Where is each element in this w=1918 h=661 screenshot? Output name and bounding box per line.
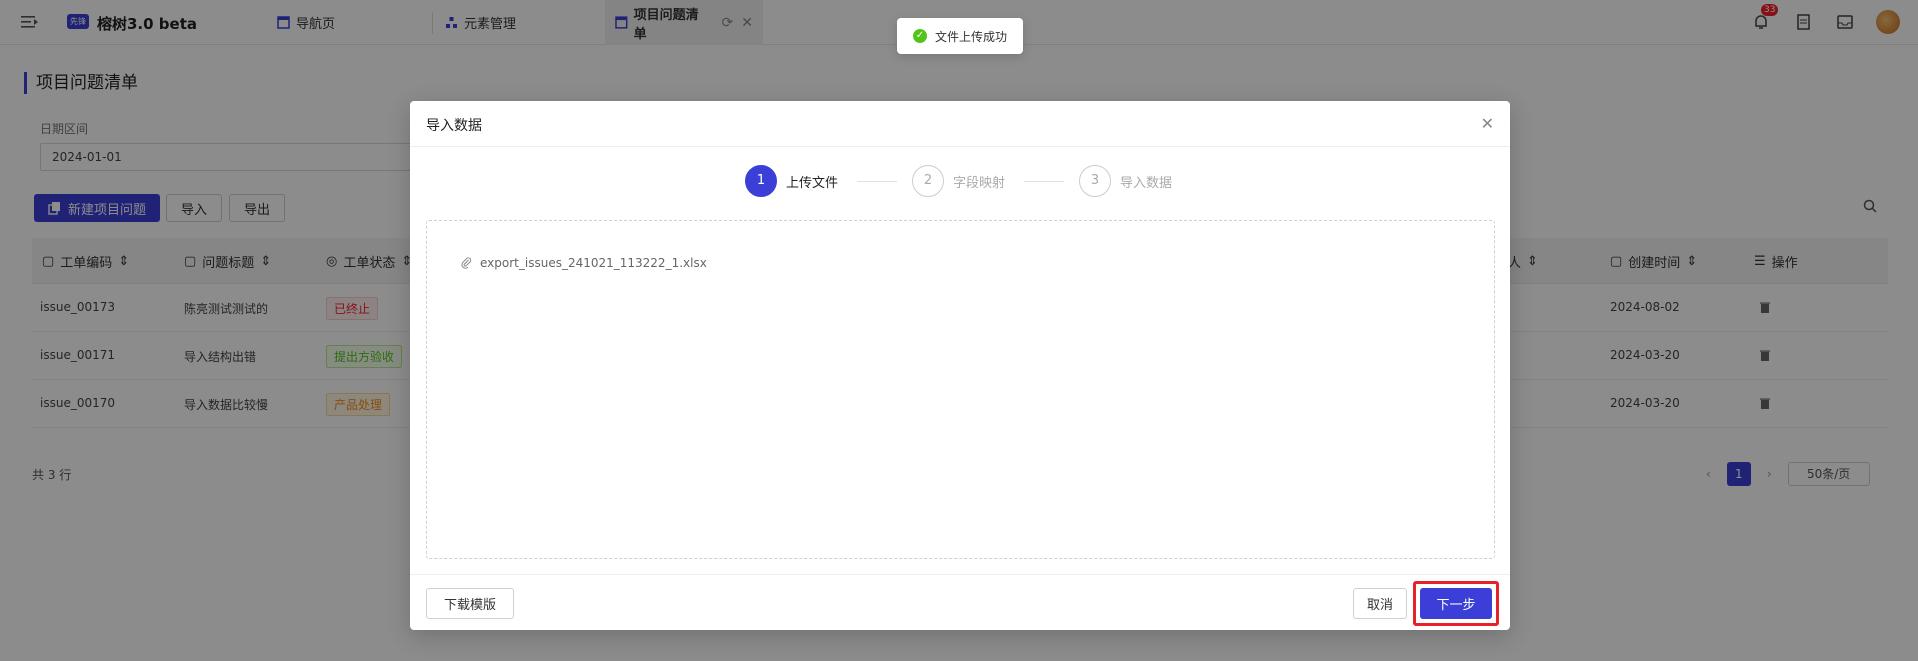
step-connector (857, 181, 897, 182)
step-label: 上传文件 (786, 175, 839, 191)
step-label: 导入数据 (1120, 175, 1173, 191)
success-toast: ✓ 文件上传成功 (897, 18, 1023, 54)
dialog-header: 导入数据 ✕ (410, 101, 1510, 147)
paperclip-icon (461, 257, 472, 269)
step-connector (1024, 181, 1064, 182)
next-step-button[interactable]: 下一步 (1420, 588, 1492, 619)
toast-message: 文件上传成功 (934, 29, 1007, 44)
step-upload-file: 1 上传文件 (745, 165, 838, 197)
cancel-button[interactable]: 取消 (1353, 588, 1407, 619)
file-name: export_issues_241021_113222_1.xlsx (480, 256, 707, 270)
next-button-highlight: 下一步 (1413, 581, 1499, 626)
file-drop-zone[interactable]: export_issues_241021_113222_1.xlsx (426, 220, 1495, 559)
dialog-footer: 下载模版 取消 下一步 (410, 574, 1510, 630)
step-field-mapping: 2 字段映射 (912, 165, 1005, 197)
import-data-dialog: 导入数据 ✕ 1 上传文件 2 字段映射 3 导入数据 export_issue… (410, 101, 1510, 630)
step-label: 字段映射 (953, 175, 1006, 191)
check-circle-icon: ✓ (912, 29, 927, 43)
step-import-data: 3 导入数据 (1079, 165, 1172, 197)
dialog-title: 导入数据 (426, 118, 482, 134)
step-number: 3 (1079, 165, 1111, 197)
download-template-button[interactable]: 下载模版 (426, 588, 514, 619)
close-icon[interactable]: ✕ (1481, 114, 1494, 133)
uploaded-file-item[interactable]: export_issues_241021_113222_1.xlsx (461, 256, 707, 270)
step-number: 2 (912, 165, 944, 197)
step-number: 1 (745, 165, 777, 197)
